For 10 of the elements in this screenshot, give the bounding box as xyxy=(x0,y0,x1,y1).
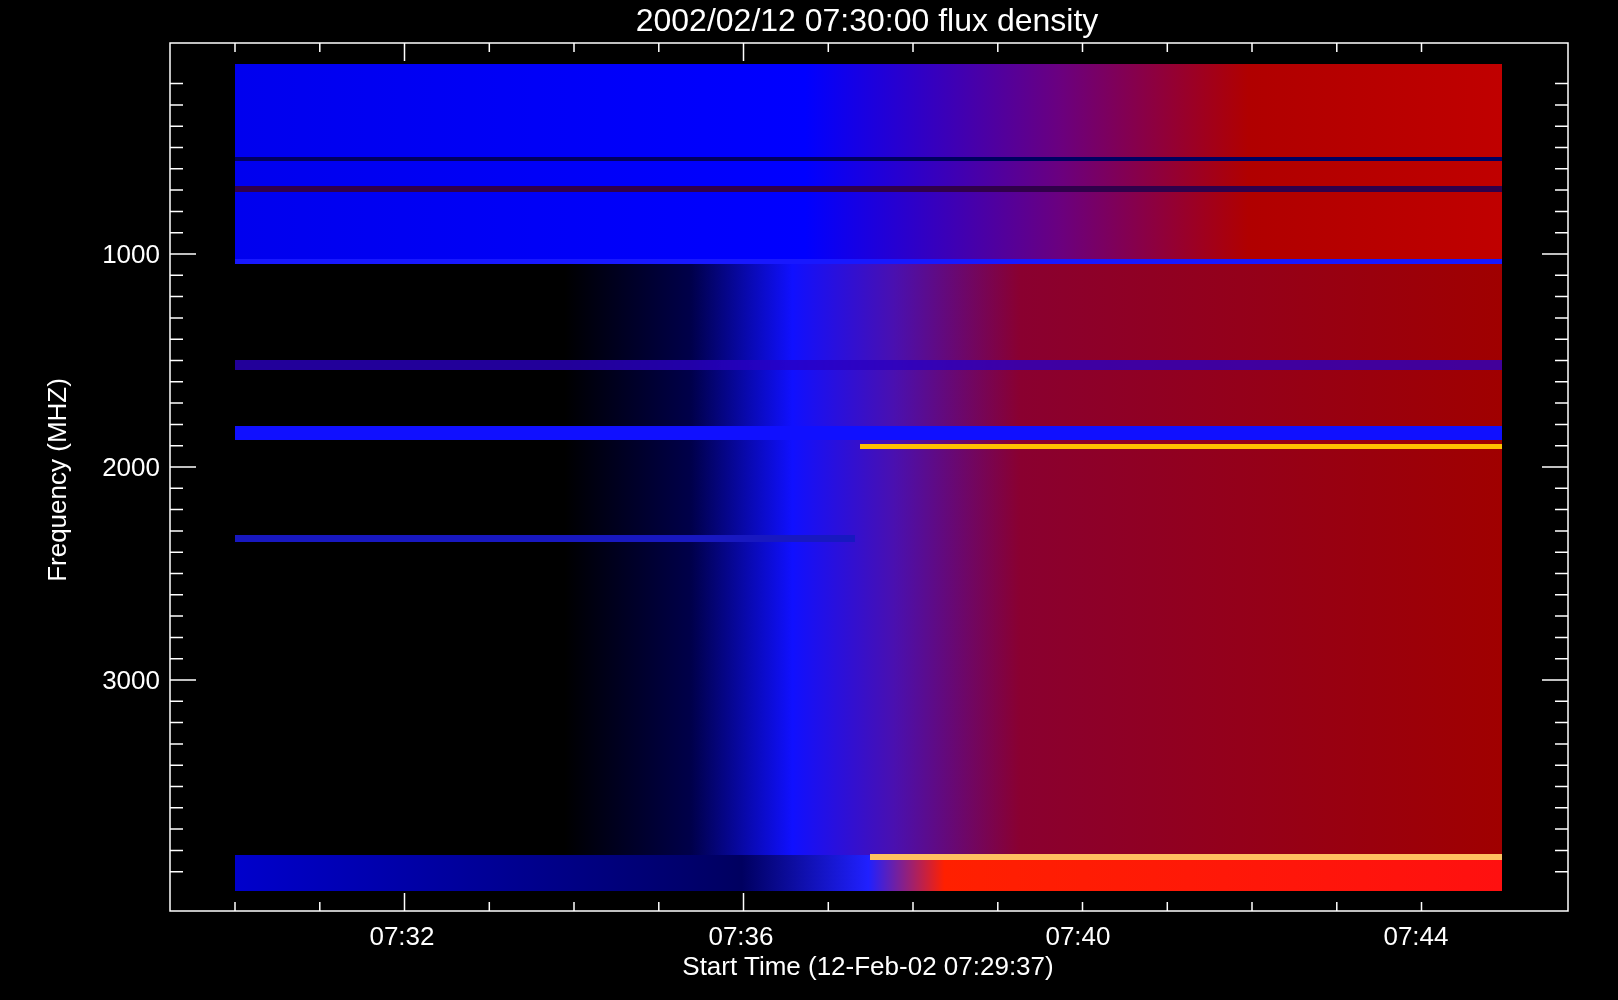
y-tick-label: 3000 xyxy=(102,665,160,695)
x-tick-label: 07:44 xyxy=(1383,921,1449,951)
y-tick-label: 1000 xyxy=(102,239,160,269)
x-tick-label: 07:32 xyxy=(369,921,435,951)
y-tick-label: 2000 xyxy=(102,452,160,482)
x-axis-label: Start Time (12-Feb-02 07:29:37) xyxy=(682,951,1054,981)
chart-title: 2002/02/12 07:30:00 flux density xyxy=(635,2,1099,38)
x-tick-label: 07:40 xyxy=(1045,921,1111,951)
x-tick-label: 07:36 xyxy=(708,921,774,951)
y-axis-label: Frequency (MHZ) xyxy=(42,378,72,582)
